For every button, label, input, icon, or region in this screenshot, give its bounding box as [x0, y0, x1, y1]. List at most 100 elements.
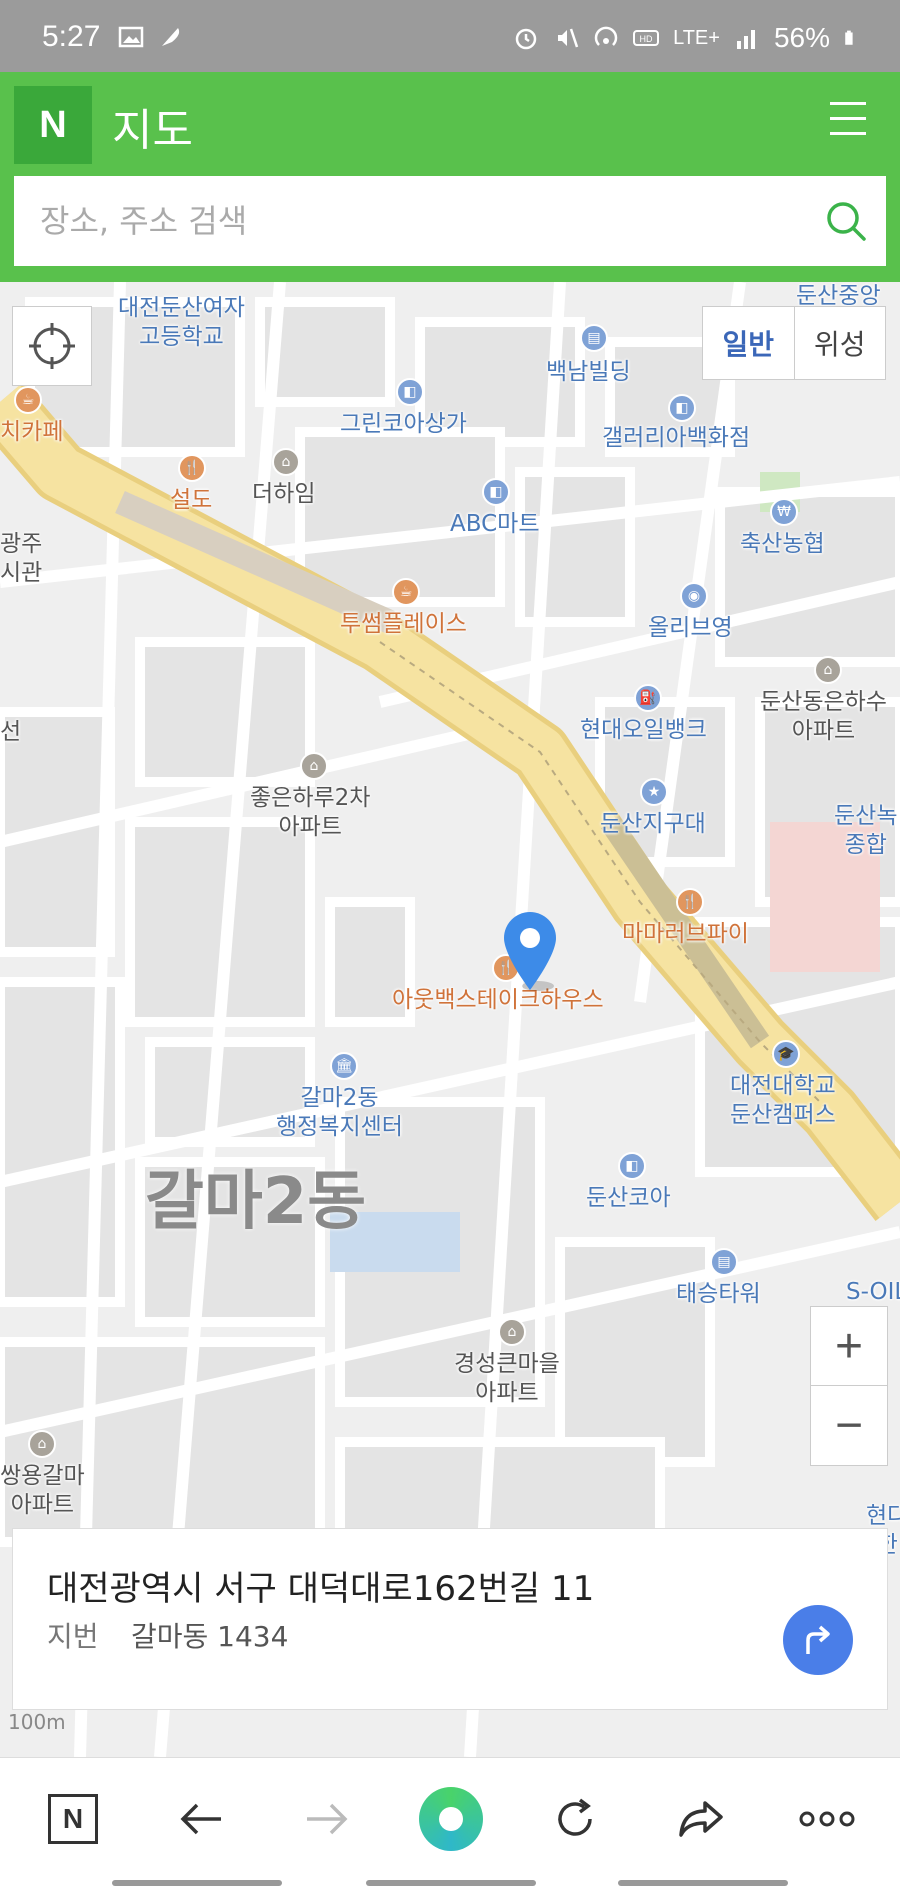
- road-address: 대전광역시 서구 대덕대로162번길 11: [47, 1569, 595, 1609]
- back-button[interactable]: [166, 1784, 236, 1854]
- shopping-icon: ◧: [668, 394, 696, 422]
- map-type-normal-button[interactable]: 일반: [703, 307, 795, 379]
- green-dot-icon: [419, 1787, 483, 1851]
- naver-logo[interactable]: N: [14, 86, 92, 164]
- shopping-icon: ◧: [396, 378, 424, 406]
- apartment-icon: ⌂: [498, 1318, 526, 1346]
- more-button[interactable]: [792, 1784, 862, 1854]
- restaurant-icon: 🍴: [178, 454, 206, 482]
- poi-label[interactable]: 투썸플레이스: [340, 610, 467, 639]
- district-label: 갈마2동: [145, 1165, 367, 1239]
- image-icon: [118, 26, 144, 48]
- system-nav-handle: [366, 1880, 536, 1886]
- naver-home-button[interactable]: N: [38, 1784, 108, 1854]
- shopping-icon: ◧: [618, 1152, 646, 1180]
- crosshair-icon: [29, 323, 75, 369]
- alarm-icon: [515, 28, 537, 50]
- restaurant-icon: 🍴: [676, 888, 704, 916]
- poi-label[interactable]: 둔산코아: [586, 1184, 671, 1213]
- bank-icon: ₩: [770, 498, 798, 526]
- location-pin-icon[interactable]: [500, 910, 560, 992]
- jibun-label: 지번: [47, 1620, 99, 1653]
- mute-icon: [558, 28, 579, 48]
- zoom-control: + −: [810, 1306, 888, 1466]
- poi-label[interactable]: 설도: [170, 486, 212, 515]
- share-icon: [679, 1801, 723, 1837]
- poi-label[interactable]: 현대오일뱅크: [580, 716, 707, 745]
- government-icon: 🏛: [330, 1052, 358, 1080]
- apartment-icon: ⌂: [300, 752, 328, 780]
- arrow-left-icon: [180, 1803, 221, 1835]
- current-location-button[interactable]: [12, 306, 92, 386]
- jibun-address: 갈마동 1434: [131, 1620, 289, 1653]
- forward-button[interactable]: [292, 1784, 362, 1854]
- apartment-icon: ⌂: [28, 1430, 56, 1458]
- map-type-satellite-button[interactable]: 위성: [795, 307, 886, 379]
- share-button[interactable]: [666, 1784, 736, 1854]
- status-time: 5:27: [42, 20, 101, 53]
- store-icon: ◉: [680, 582, 708, 610]
- poi-label[interactable]: 갈마2동 행정복지센터: [276, 1084, 403, 1142]
- system-nav-handle: [618, 1880, 788, 1886]
- cafe-icon: ☕: [392, 578, 420, 606]
- map-scale: 100m: [8, 1710, 66, 1734]
- poi-label[interactable]: 경성큰마을 아파트: [454, 1350, 560, 1408]
- arrow-right-icon: [307, 1803, 348, 1835]
- poi-label[interactable]: 치카페: [0, 418, 63, 447]
- poi-label[interactable]: 백남빌딩: [546, 358, 631, 387]
- green-dot-button[interactable]: [416, 1784, 486, 1854]
- feather-icon: [162, 28, 180, 46]
- poi-label[interactable]: 아웃백스테이크하우스: [392, 986, 604, 1015]
- poi-label[interactable]: 축산농협: [740, 530, 825, 559]
- battery-percent: 56%: [773, 22, 830, 53]
- poi-label[interactable]: 좋은하루2차 아파트: [250, 784, 370, 842]
- shopping-icon: ◧: [482, 478, 510, 506]
- more-icon: [799, 1811, 855, 1827]
- poi-label[interactable]: 둔산동은하수 아파트: [760, 688, 887, 746]
- zoom-out-button[interactable]: −: [811, 1386, 887, 1465]
- search-input[interactable]: [14, 176, 806, 266]
- poi-label[interactable]: 그린코아상가: [340, 410, 467, 439]
- directions-button[interactable]: [783, 1605, 853, 1675]
- directions-icon: [806, 1625, 830, 1654]
- browser-toolbar: N: [0, 1757, 900, 1900]
- poi-label[interactable]: 올리브영: [648, 614, 733, 643]
- building-icon: ▤: [710, 1248, 738, 1276]
- poi-label[interactable]: 쌍용갈마 아파트: [0, 1462, 85, 1520]
- poi-label[interactable]: S-OIL: [846, 1278, 900, 1307]
- poi-label[interactable]: 둔산녹 종합: [834, 802, 897, 860]
- poi-label[interactable]: 갤러리아백화점: [602, 424, 750, 453]
- poi-label[interactable]: 선: [0, 718, 21, 747]
- building-icon: ▤: [580, 324, 608, 352]
- poi-label[interactable]: 태승타워: [676, 1280, 761, 1309]
- school-icon: 🎓: [772, 1040, 800, 1068]
- network-type: LTE+: [673, 26, 720, 49]
- poi-label[interactable]: 대전대학교 둔산캠퍼스: [730, 1072, 836, 1130]
- gas-station-icon: ⛽: [634, 684, 662, 712]
- cafe-icon: ☕: [14, 386, 42, 414]
- poi-label[interactable]: 더하임: [252, 480, 315, 509]
- zoom-in-button[interactable]: +: [811, 1307, 887, 1386]
- app-header: N 지도: [0, 72, 900, 282]
- apartment-icon: ⌂: [272, 448, 300, 476]
- search-icon[interactable]: [806, 181, 886, 261]
- hotspot-icon: [594, 26, 618, 46]
- search-bar: [14, 176, 886, 266]
- poi-label[interactable]: 대전둔산여자 고등학교: [118, 294, 245, 352]
- poi-label[interactable]: ABC마트: [450, 510, 540, 539]
- signal-icon: [736, 30, 755, 49]
- svg-text:HD: HD: [640, 34, 653, 44]
- battery-icon: [845, 30, 853, 45]
- refresh-icon: [558, 1798, 592, 1836]
- status-bar: 5:27 HD LTE+ 56%: [0, 0, 900, 72]
- poi-label[interactable]: 광주 시관: [0, 530, 42, 588]
- map-type-toggle: 일반 위성: [702, 306, 886, 380]
- poi-label[interactable]: 둔산지구대: [600, 810, 706, 839]
- hamburger-icon[interactable]: [830, 102, 866, 138]
- refresh-button[interactable]: [540, 1784, 610, 1854]
- police-icon: ★: [640, 778, 668, 806]
- hd-icon: HD: [633, 30, 660, 46]
- address-card[interactable]: 대전광역시 서구 대덕대로162번길 11 지번 갈마동 1434: [12, 1528, 888, 1710]
- poi-label[interactable]: 마마러브파이: [622, 920, 749, 949]
- system-nav-handle: [112, 1880, 282, 1886]
